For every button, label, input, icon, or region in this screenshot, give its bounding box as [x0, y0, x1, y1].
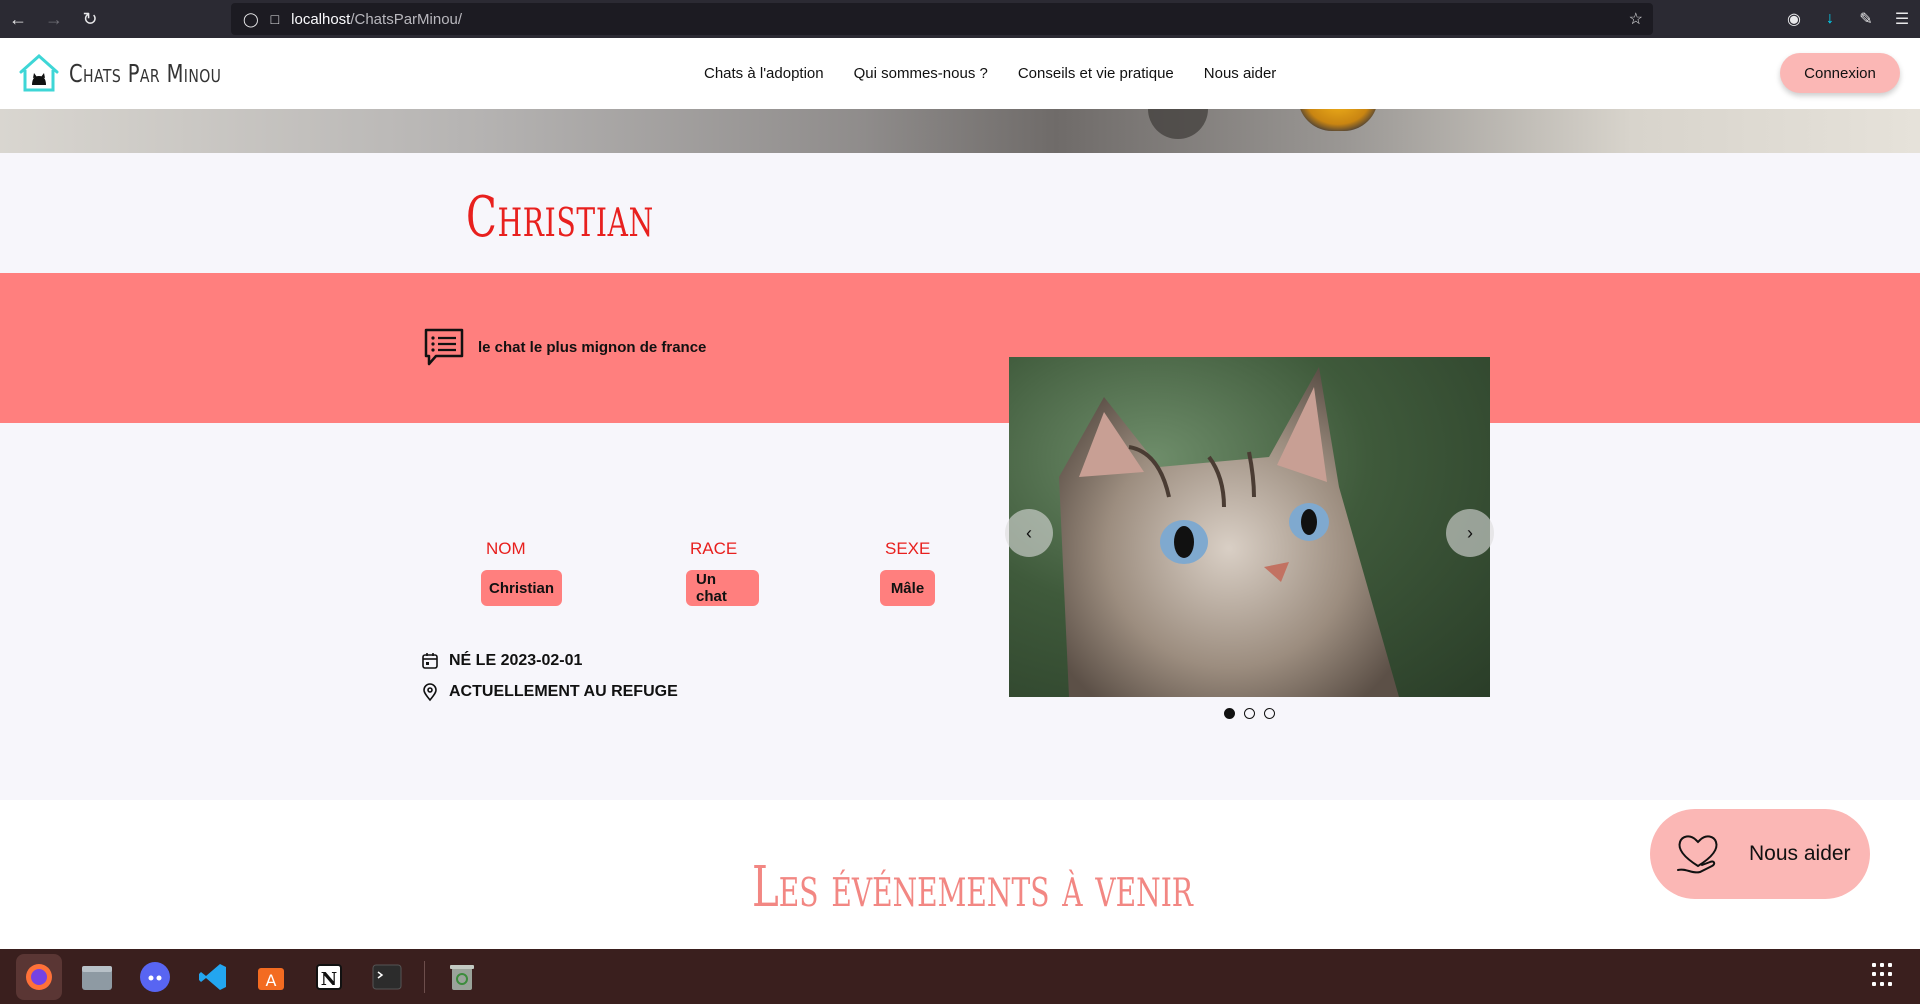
location-pin-icon [423, 683, 437, 702]
cat-photo-illustration [1059, 367, 1399, 697]
svg-text:N: N [321, 969, 337, 990]
carousel-dot-1[interactable] [1224, 708, 1235, 719]
notion-icon[interactable]: N [306, 954, 352, 1000]
birth-date-text: Né le 2023-02-01 [449, 652, 583, 669]
main-nav: Chats à l'adoption Qui sommes-nous ? Con… [704, 38, 1306, 109]
message-list-icon [424, 328, 464, 366]
nav-link-help[interactable]: Nous aider [1204, 65, 1277, 82]
chevron-right-icon: › [1467, 522, 1473, 543]
menu-icon[interactable]: ☰ [1884, 9, 1920, 29]
os-taskbar: A N [0, 949, 1920, 1004]
attr-label-sex: Sexe [885, 539, 931, 558]
cat-photo [1009, 357, 1490, 697]
shield-icon[interactable]: ◯ [243, 11, 259, 28]
extensions-icon[interactable]: ✎ [1848, 9, 1884, 29]
logo-house-cat-icon [19, 53, 59, 92]
location-text: Actuellement au refuge [449, 683, 678, 700]
attr-value-sex: Mâle [880, 570, 935, 606]
login-button[interactable]: Connexion [1780, 53, 1900, 93]
calendar-icon [422, 653, 438, 669]
pocket-icon[interactable]: ◉ [1776, 9, 1812, 29]
cat-photo-carousel [1009, 357, 1490, 697]
cat-name-title: Christian [466, 185, 654, 250]
hero-banner-image [0, 109, 1920, 153]
app-center-icon[interactable]: A [248, 954, 294, 1000]
svg-text:A: A [266, 971, 277, 990]
chevron-left-icon: ‹ [1026, 522, 1032, 543]
firefox-icon[interactable] [16, 953, 62, 1000]
cat-description: le chat le plus mignon de france [478, 339, 707, 356]
back-icon[interactable]: ← [0, 0, 36, 38]
nav-link-advice[interactable]: Conseils et vie pratique [1018, 65, 1174, 82]
events-title: Les événements à venir [752, 855, 1193, 920]
discord-icon[interactable] [132, 954, 178, 1000]
reload-icon[interactable]: ↻ [72, 0, 108, 38]
heart-hand-icon [1677, 835, 1718, 874]
nav-link-about[interactable]: Qui sommes-nous ? [854, 65, 988, 82]
bookmark-star-icon[interactable]: ☆ [1629, 9, 1643, 29]
browser-toolbar-right: ◉ ↓ ✎ ☰ [1776, 0, 1920, 38]
address-bar[interactable]: ◯ □ localhost/ChatsParMinou/ ☆ [231, 3, 1653, 35]
files-icon[interactable] [74, 954, 120, 1000]
carousel-dot-3[interactable] [1264, 708, 1275, 719]
terminal-icon[interactable] [364, 954, 410, 1000]
attr-value-name: Christian [481, 570, 562, 606]
cat-details-section [0, 423, 1920, 800]
carousel-indicators [1224, 708, 1284, 719]
forward-icon[interactable]: → [36, 0, 72, 38]
birth-date-row: Né le 2023-02-01 [420, 651, 582, 671]
taskbar-separator [424, 960, 425, 993]
attr-label-name: Nom [486, 539, 526, 558]
help-floating-label: Nous aider [1749, 842, 1851, 865]
carousel-prev-button[interactable]: ‹ [1005, 509, 1053, 557]
download-icon[interactable]: ↓ [1812, 10, 1848, 28]
attr-value-breed: Un chat [686, 570, 759, 606]
carousel-dot-2[interactable] [1244, 708, 1255, 719]
nav-link-adoption[interactable]: Chats à l'adoption [704, 65, 824, 82]
url-text[interactable]: localhost/ChatsParMinou/ [291, 11, 462, 28]
carousel-next-button[interactable]: › [1446, 509, 1494, 557]
description-band [0, 273, 1920, 423]
location-row: Actuellement au refuge [420, 682, 678, 702]
vscode-icon[interactable] [190, 954, 236, 1000]
site-logo[interactable]: Chats Par Minou [17, 52, 264, 94]
trash-icon[interactable] [439, 954, 485, 1000]
site-name: Chats Par Minou [69, 58, 222, 88]
attr-label-breed: Race [690, 539, 738, 558]
site-header: Chats Par Minou Chats à l'adoption Qui s… [0, 38, 1920, 109]
hero-image-eye [1298, 109, 1378, 131]
hero-image-detail [1148, 109, 1208, 139]
help-floating-button[interactable]: Nous aider [1650, 809, 1870, 899]
app-grid-icon[interactable] [1872, 963, 1896, 987]
page-info-icon[interactable]: □ [271, 11, 279, 27]
